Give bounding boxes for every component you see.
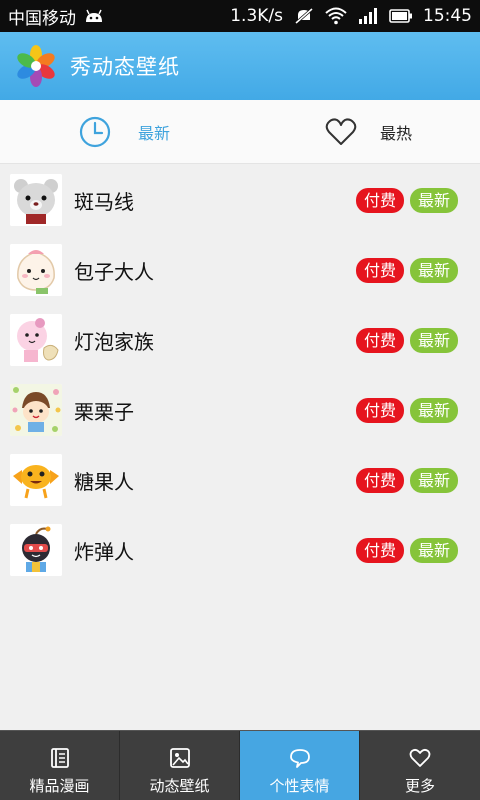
- item-name: 灯泡家族: [74, 329, 154, 354]
- list-item[interactable]: 糖果人 付费 最新: [0, 445, 480, 515]
- sticker-list: 斑马线 付费 最新 包子大人 付费 最新 灯泡家族 付费 最新 栗栗子 付费 最…: [0, 165, 480, 585]
- android-icon: [86, 9, 102, 22]
- nav-more[interactable]: 更多: [360, 731, 480, 800]
- battery-icon: [389, 9, 412, 23]
- wifi-icon: [325, 7, 347, 25]
- item-name: 包子大人: [74, 259, 154, 284]
- mute-icon: [295, 7, 313, 25]
- item-badges: 付费 最新: [355, 258, 458, 283]
- paid-badge: 付费: [355, 398, 404, 423]
- item-badges: 付费 最新: [355, 538, 458, 563]
- new-badge: 最新: [409, 258, 458, 283]
- title-bar: 秀动态壁纸: [0, 32, 480, 100]
- bomb-sticker-icon: [10, 524, 62, 576]
- item-badges: 付费 最新: [355, 188, 458, 213]
- nav-wallpapers[interactable]: 动态壁纸: [120, 731, 240, 800]
- paid-badge: 付费: [355, 188, 404, 213]
- bear-sticker-icon: [10, 174, 62, 226]
- tab-latest[interactable]: 最新: [78, 100, 170, 164]
- book-icon: [50, 748, 69, 768]
- carrier-name: 中国移动: [8, 8, 76, 29]
- list-item[interactable]: 灯泡家族 付费 最新: [0, 305, 480, 375]
- nav-emoticons-label: 个性表情: [269, 777, 330, 795]
- new-badge: 最新: [409, 398, 458, 423]
- paid-badge: 付费: [355, 328, 404, 353]
- bulb-sticker-icon: [10, 314, 62, 366]
- filter-tab-bar: 最新 最热: [0, 100, 480, 164]
- item-name: 斑马线: [74, 189, 134, 214]
- new-badge: 最新: [409, 538, 458, 563]
- status-bar: 中国移动 1.3K/s 15:45: [0, 0, 480, 32]
- new-badge: 最新: [409, 188, 458, 213]
- tab-latest-label: 最新: [138, 124, 171, 143]
- heart-icon: [409, 748, 431, 767]
- app-title: 秀动态壁纸: [70, 55, 180, 79]
- item-badges: 付费 最新: [355, 328, 458, 353]
- item-name: 糖果人: [74, 469, 134, 494]
- heart-outline-icon: [325, 118, 357, 145]
- picture-icon: [169, 748, 190, 768]
- candy-sticker-icon: [10, 454, 62, 506]
- list-item[interactable]: 栗栗子 付费 最新: [0, 375, 480, 445]
- nav-emoticons[interactable]: 个性表情: [240, 731, 360, 800]
- clock-icon: [79, 116, 111, 148]
- tab-hot-label: 最热: [380, 124, 413, 143]
- bun-sticker-icon: [10, 244, 62, 296]
- app-logo-icon: [17, 45, 55, 87]
- new-badge: 最新: [409, 468, 458, 493]
- item-name: 炸弹人: [74, 539, 134, 564]
- item-badges: 付费 最新: [355, 468, 458, 493]
- network-speed: 1.3K/s: [230, 6, 283, 26]
- clock-time: 15:45: [423, 6, 472, 26]
- list-item[interactable]: 包子大人 付费 最新: [0, 235, 480, 305]
- nav-comics[interactable]: 精品漫画: [0, 731, 120, 800]
- paid-badge: 付费: [355, 538, 404, 563]
- chestnut-sticker-icon: [10, 384, 62, 436]
- signal-icon: [359, 8, 377, 24]
- list-item[interactable]: 炸弹人 付费 最新: [0, 515, 480, 585]
- nav-comics-label: 精品漫画: [29, 777, 90, 795]
- chat-bubble-icon: [289, 749, 310, 768]
- item-name: 栗栗子: [74, 399, 134, 424]
- paid-badge: 付费: [355, 258, 404, 283]
- nav-wallpapers-label: 动态壁纸: [149, 777, 210, 795]
- paid-badge: 付费: [355, 468, 404, 493]
- nav-more-label: 更多: [404, 777, 435, 795]
- bottom-navigation: 精品漫画 动态壁纸 个性表情 更多: [0, 730, 480, 800]
- list-item[interactable]: 斑马线 付费 最新: [0, 165, 480, 235]
- tab-hot[interactable]: 最热: [324, 100, 412, 164]
- item-badges: 付费 最新: [355, 398, 458, 423]
- new-badge: 最新: [409, 328, 458, 353]
